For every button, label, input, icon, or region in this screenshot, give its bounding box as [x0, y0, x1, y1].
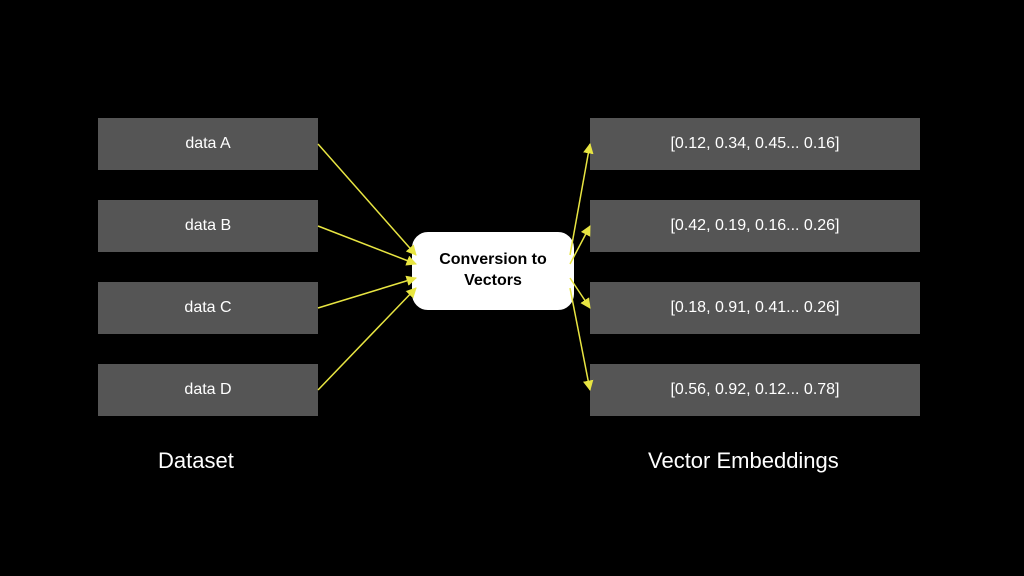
dataset-item: data B — [98, 200, 318, 252]
vectors-caption: Vector Embeddings — [648, 448, 839, 474]
arrow-in — [318, 226, 416, 264]
vector-item: [0.18, 0.91, 0.41... 0.26] — [590, 282, 920, 334]
converter-node: Conversion to Vectors — [410, 230, 576, 312]
arrow-in — [318, 288, 416, 390]
arrow-in — [318, 278, 416, 308]
vector-item: [0.12, 0.34, 0.45... 0.16] — [590, 118, 920, 170]
vector-item: [0.42, 0.19, 0.16... 0.26] — [590, 200, 920, 252]
arrow-in — [318, 144, 416, 255]
vector-item: [0.56, 0.92, 0.12... 0.78] — [590, 364, 920, 416]
dataset-item: data A — [98, 118, 318, 170]
dataset-item: data C — [98, 282, 318, 334]
embedding-diagram: data A data B data C data D Conversion t… — [0, 0, 1024, 576]
dataset-caption: Dataset — [158, 448, 234, 474]
dataset-item: data D — [98, 364, 318, 416]
